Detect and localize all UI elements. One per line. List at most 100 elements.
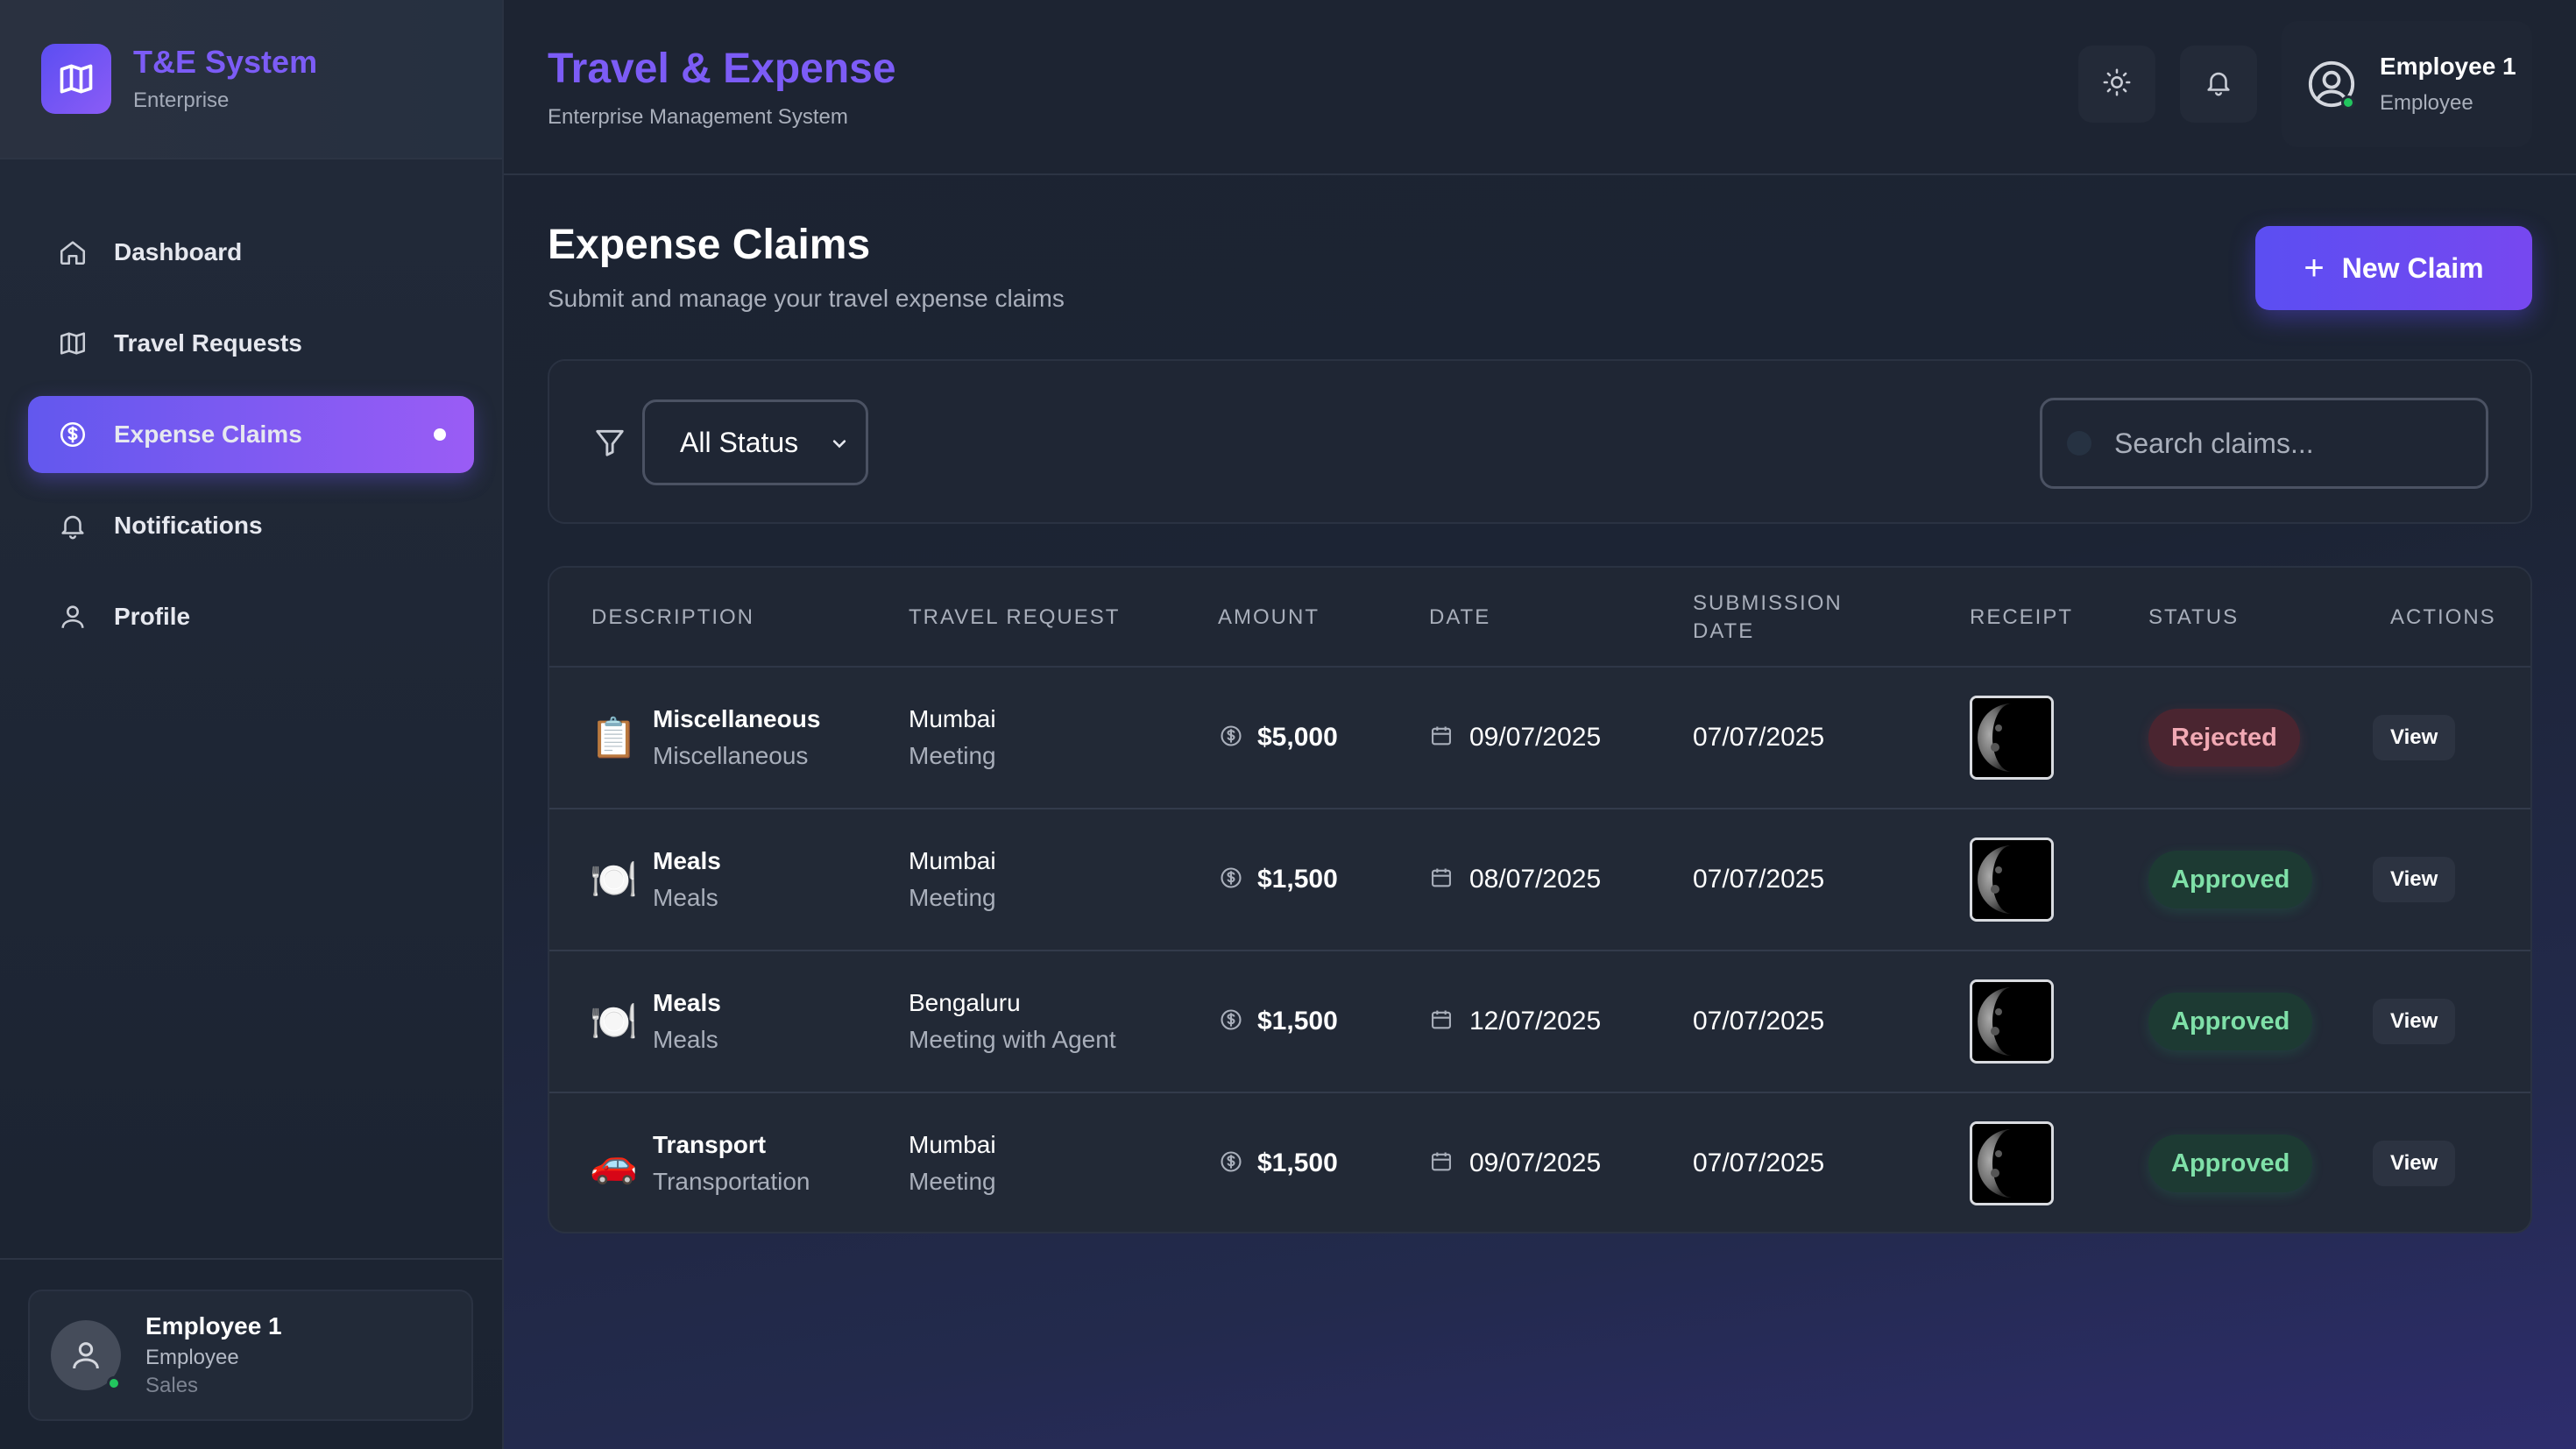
status-filter-value: All Status bbox=[680, 426, 799, 458]
submission-date: 07/07/2025 bbox=[1693, 723, 1825, 752]
travel-city: Mumbai bbox=[909, 705, 996, 732]
submission-date-cell: 07/07/2025 bbox=[1693, 951, 1824, 1092]
sidebar-user-section: Employee 1 Employee Sales bbox=[0, 1258, 502, 1449]
claim-title: Meals bbox=[653, 847, 721, 874]
sidebar-item-expense-claims[interactable]: Expense Claims bbox=[28, 396, 474, 473]
date-cell: 09/07/2025 bbox=[1429, 1093, 1602, 1232]
amount-cell: $1,500 bbox=[1219, 809, 1338, 950]
claim-date: 09/07/2025 bbox=[1469, 1149, 1602, 1177]
claim-amount: $1,500 bbox=[1257, 1149, 1338, 1177]
column-header-submission-date: SUBMISSION DATE bbox=[1693, 590, 1843, 643]
moon-image bbox=[1972, 1124, 2051, 1203]
description-cell: 🍽️ Meals Meals bbox=[590, 951, 721, 1092]
column-header-date: DATE bbox=[1429, 604, 1491, 629]
bell-icon bbox=[56, 509, 89, 542]
sidebar-item-label: Profile bbox=[114, 603, 191, 630]
status-cell: Approved bbox=[2148, 809, 2313, 950]
sidebar-user-card[interactable]: Employee 1 Employee Sales bbox=[28, 1290, 473, 1421]
submission-date-cell: 07/07/2025 bbox=[1693, 1093, 1825, 1232]
claim-title: Transport bbox=[653, 1131, 767, 1158]
receipt-thumbnail[interactable] bbox=[1970, 1121, 2054, 1205]
description-cell: 🚗 Transport Transportation bbox=[590, 1093, 810, 1232]
online-status-dot bbox=[107, 1376, 121, 1390]
claim-category: Transportation bbox=[653, 1168, 810, 1195]
search-placeholder: Search claims... bbox=[2114, 427, 2314, 459]
view-button[interactable]: View bbox=[2373, 857, 2456, 902]
status-badge: Approved bbox=[2148, 1134, 2313, 1192]
avatar bbox=[51, 1320, 121, 1390]
calendar-icon bbox=[1429, 1007, 1454, 1036]
new-claim-button[interactable]: + New Claim bbox=[2255, 226, 2532, 310]
table-header: DESCRIPTION TRAVEL REQUEST AMOUNT DATE S… bbox=[549, 568, 2530, 668]
new-claim-label: New Claim bbox=[2341, 251, 2484, 284]
date-cell: 08/07/2025 bbox=[1429, 809, 1601, 950]
travel-purpose: Meeting with Agent bbox=[909, 1026, 1116, 1053]
page-header: Expense Claims Submit and manage your tr… bbox=[548, 221, 1065, 313]
description-cell: 🍽️ Meals Meals bbox=[590, 809, 721, 950]
status-filter-select[interactable]: All Status bbox=[642, 399, 868, 485]
travel-city: Mumbai bbox=[909, 847, 996, 874]
submission-date: 07/07/2025 bbox=[1693, 1149, 1825, 1177]
theme-toggle-button[interactable] bbox=[2078, 46, 2155, 123]
claim-date: 08/07/2025 bbox=[1469, 865, 1602, 894]
map-logo-icon bbox=[41, 44, 111, 114]
search-input[interactable]: Search claims... bbox=[2040, 398, 2488, 489]
receipt-cell bbox=[1970, 668, 2054, 808]
description-cell: 📋 Miscellaneous Miscellaneous bbox=[590, 668, 820, 808]
app-title: Travel & Expense bbox=[548, 45, 896, 92]
brand-title: T&E System bbox=[133, 44, 318, 81]
travel-purpose: Meeting bbox=[909, 1168, 996, 1195]
travel-city: Bengaluru bbox=[909, 989, 1021, 1016]
category-emoji-icon: 🚗 bbox=[590, 1142, 638, 1185]
date-cell: 12/07/2025 bbox=[1429, 951, 1601, 1092]
column-header-status: STATUS bbox=[2148, 604, 2240, 629]
sidebar-item-notifications[interactable]: Notifications bbox=[28, 487, 474, 564]
column-header-receipt: RECEIPT bbox=[1970, 604, 2074, 629]
actions-cell: View bbox=[2373, 809, 2456, 950]
view-button[interactable]: View bbox=[2373, 715, 2456, 760]
claim-date: 09/07/2025 bbox=[1469, 723, 1602, 752]
dollar-circle-icon bbox=[56, 418, 89, 451]
app-root: T&E System Enterprise Dashboard Travel R… bbox=[0, 0, 2576, 1449]
table-row: 🍽️ Meals Meals Bengaluru Meeting with Ag… bbox=[549, 951, 2530, 1093]
top-actions: Employee 1 Employee bbox=[2078, 21, 2532, 147]
travel-purpose: Meeting bbox=[909, 884, 996, 911]
view-button[interactable]: View bbox=[2373, 999, 2456, 1044]
travel-request-cell: Mumbai Meeting bbox=[909, 668, 996, 808]
submission-date: 07/07/2025 bbox=[1693, 865, 1825, 894]
sidebar-item-profile[interactable]: Profile bbox=[28, 578, 474, 655]
sidebar-item-travel-requests[interactable]: Travel Requests bbox=[28, 305, 474, 382]
notifications-button[interactable] bbox=[2180, 46, 2257, 123]
view-button[interactable]: View bbox=[2373, 1141, 2456, 1186]
receipt-thumbnail[interactable] bbox=[1970, 838, 2054, 922]
sidebar-item-dashboard[interactable]: Dashboard bbox=[28, 214, 474, 291]
online-status-dot bbox=[2341, 95, 2355, 110]
column-header-travel-request: TRAVEL REQUEST bbox=[909, 604, 1121, 629]
dollar-circle-icon bbox=[1219, 724, 1243, 753]
claim-category: Miscellaneous bbox=[653, 742, 809, 769]
claim-amount: $1,500 bbox=[1257, 865, 1338, 894]
claim-date: 12/07/2025 bbox=[1469, 1007, 1602, 1036]
travel-request-cell: Mumbai Meeting bbox=[909, 809, 996, 950]
receipt-cell bbox=[1970, 951, 2054, 1092]
table-body: 📋 Miscellaneous Miscellaneous Mumbai Mee… bbox=[549, 668, 2530, 1232]
actions-cell: View bbox=[2373, 1093, 2456, 1232]
user-menu[interactable]: Employee 1 Employee bbox=[2282, 21, 2532, 147]
brand-subtitle: Enterprise bbox=[133, 88, 230, 112]
status-badge: Approved bbox=[2148, 993, 2313, 1050]
sidebar-item-label: Dashboard bbox=[114, 238, 243, 265]
receipt-thumbnail[interactable] bbox=[1970, 979, 2054, 1064]
actions-cell: View bbox=[2373, 668, 2456, 808]
sidebar-user-role: Employee bbox=[145, 1346, 239, 1369]
chevron-down-icon bbox=[827, 430, 852, 463]
active-indicator-dot bbox=[434, 428, 446, 441]
column-header-amount: AMOUNT bbox=[1218, 604, 1320, 629]
receipt-thumbnail[interactable] bbox=[1970, 696, 2054, 780]
map-icon bbox=[56, 327, 89, 360]
table-row: 📋 Miscellaneous Miscellaneous Mumbai Mee… bbox=[549, 668, 2530, 809]
claim-amount: $5,000 bbox=[1257, 723, 1338, 752]
amount-cell: $1,500 bbox=[1219, 1093, 1338, 1232]
dollar-circle-icon bbox=[1219, 1007, 1243, 1036]
moon-image bbox=[1972, 982, 2051, 1061]
category-emoji-icon: 📋 bbox=[590, 717, 638, 760]
